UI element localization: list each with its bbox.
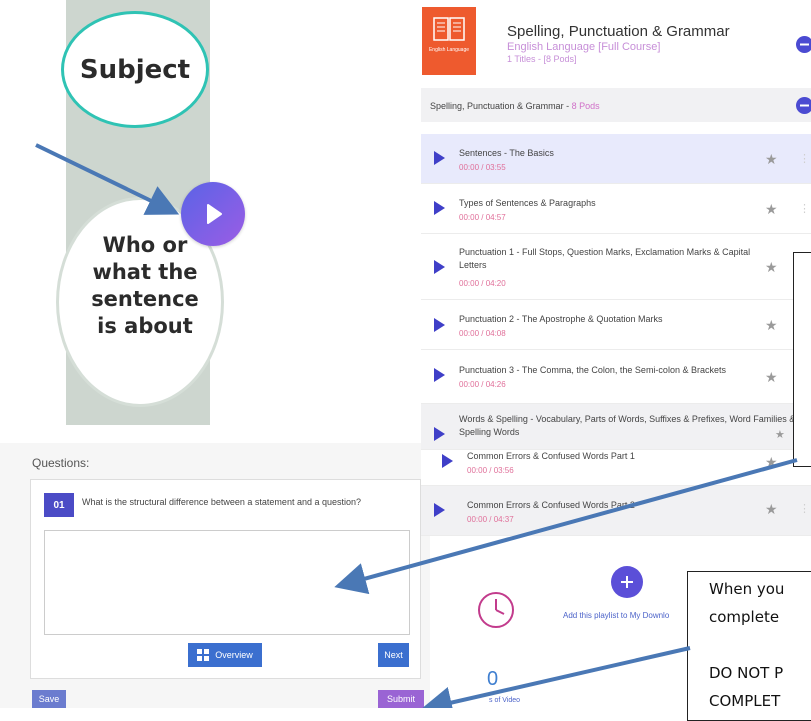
callout-line: COMPLET [709, 692, 781, 710]
course-thumbnail[interactable]: English Language [422, 7, 476, 75]
pod-row[interactable]: Punctuation 2 - The Apostrophe & Quotati… [421, 300, 811, 350]
more-icon[interactable]: ⋮ [799, 152, 810, 165]
questions-title: Questions: [32, 456, 90, 470]
star-icon[interactable]: ★ [765, 501, 778, 518]
subject-bubble: Subject [61, 11, 209, 128]
about-text: Who or what the sentence is about [80, 232, 210, 340]
overview-button[interactable]: Overview [188, 643, 262, 667]
callout-box [793, 252, 811, 467]
pod-title: Words & Spelling - Vocabulary, Parts of … [459, 414, 796, 437]
callout-line: complete [709, 608, 780, 626]
pod-play-icon[interactable] [434, 503, 445, 517]
answer-textarea[interactable] [44, 530, 410, 635]
star-icon[interactable]: ★ [775, 428, 785, 441]
pod-play-icon[interactable] [434, 368, 445, 382]
course-subtitle: English Language [Full Course] [507, 41, 661, 53]
pod-row[interactable]: Common Errors & Confused Words Part 1 00… [421, 450, 811, 486]
pod-title: Punctuation 1 - Full Stops, Question Mar… [459, 247, 751, 270]
video-count-label: s of Video [489, 697, 521, 704]
section-name: Spelling, Punctuation & Grammar - [430, 101, 572, 111]
collapse-section-button[interactable] [796, 97, 811, 114]
plus-icon [621, 576, 633, 588]
pod-row[interactable]: Types of Sentences & Paragraphs 00:00 / … [421, 184, 811, 234]
callout-line: When you [709, 580, 785, 598]
video-count: 0 [487, 668, 499, 690]
more-icon[interactable]: ⋮ [799, 202, 810, 215]
collapse-course-button[interactable] [796, 36, 811, 53]
minus-icon [800, 43, 809, 46]
pod-row[interactable]: Punctuation 1 - Full Stops, Question Mar… [421, 234, 811, 300]
pod-row[interactable]: Punctuation 3 - The Comma, the Colon, th… [421, 350, 811, 404]
pod-time: 00:00 / 04:37 [467, 515, 514, 524]
pod-play-icon[interactable] [434, 260, 445, 274]
play-button[interactable] [181, 182, 245, 246]
pod-title: Common Errors & Confused Words Part 1 [467, 451, 635, 461]
pod-time: 00:00 / 03:56 [467, 466, 514, 475]
callout-line: DO NOT P [709, 664, 784, 682]
minus-icon [800, 104, 809, 107]
pod-title: Common Errors & Confused Words Part 2 [467, 500, 635, 510]
book-icon [433, 17, 465, 41]
pod-time: 00:00 / 03:55 [459, 163, 506, 172]
clock-icon [478, 592, 514, 628]
pod-row[interactable]: Words & Spelling - Vocabulary, Parts of … [421, 404, 811, 450]
add-playlist-button[interactable] [611, 566, 643, 598]
next-button[interactable]: Next [378, 643, 409, 667]
instruction-callout: When you complete DO NOT P COMPLET [687, 571, 811, 721]
star-icon[interactable]: ★ [765, 317, 778, 334]
pod-title: Punctuation 2 - The Apostrophe & Quotati… [459, 314, 663, 324]
pod-play-icon[interactable] [434, 318, 445, 332]
question-text: What is the structural difference betwee… [82, 497, 361, 507]
arrow-to-submit [420, 646, 691, 708]
about-line: is about [97, 314, 193, 338]
pod-time: 00:00 / 04:57 [459, 213, 506, 222]
pod-row[interactable]: Common Errors & Confused Words Part 2 00… [421, 486, 811, 536]
overview-label: Overview [215, 650, 253, 660]
pod-title: Sentences - The Basics [459, 148, 554, 158]
add-playlist-label[interactable]: Add this playlist to My Downlo [563, 611, 669, 620]
course-meta: 1 Titles - [8 Pods] [507, 54, 577, 64]
save-button[interactable]: Save [32, 690, 66, 708]
pod-time: 00:00 / 04:20 [459, 279, 506, 288]
section-pod-count: 8 Pods [571, 101, 600, 111]
pod-play-icon[interactable] [434, 427, 445, 441]
star-icon[interactable]: ★ [765, 259, 778, 276]
play-icon [207, 204, 222, 224]
more-icon[interactable]: ⋮ [799, 502, 810, 515]
pod-play-icon[interactable] [442, 454, 453, 468]
pod-play-icon[interactable] [434, 201, 445, 215]
star-icon[interactable]: ★ [765, 369, 778, 386]
grid-icon [197, 649, 210, 661]
course-title: Spelling, Punctuation & Grammar [507, 23, 730, 40]
pod-title: Punctuation 3 - The Comma, the Colon, th… [459, 365, 726, 375]
about-line: sentence [91, 287, 199, 311]
star-icon[interactable]: ★ [765, 454, 778, 471]
course-thumb-label: English Language [428, 47, 470, 53]
star-icon[interactable]: ★ [765, 201, 778, 218]
section-label: Spelling, Punctuation & Grammar - 8 Pods [430, 101, 600, 111]
pod-time: 00:00 / 04:26 [459, 380, 506, 389]
pod-time: 00:00 / 04:08 [459, 329, 506, 338]
pod-title: Types of Sentences & Paragraphs [459, 198, 596, 208]
video-caption-strip [0, 425, 430, 443]
star-icon[interactable]: ★ [765, 151, 778, 168]
pod-play-icon[interactable] [434, 151, 445, 165]
about-line: what the [92, 260, 198, 284]
question-number-badge: 01 [44, 493, 74, 517]
submit-button[interactable]: Submit [378, 690, 424, 708]
pod-row[interactable]: Sentences - The Basics 00:00 / 03:55 ★ ⋮ [421, 134, 811, 184]
